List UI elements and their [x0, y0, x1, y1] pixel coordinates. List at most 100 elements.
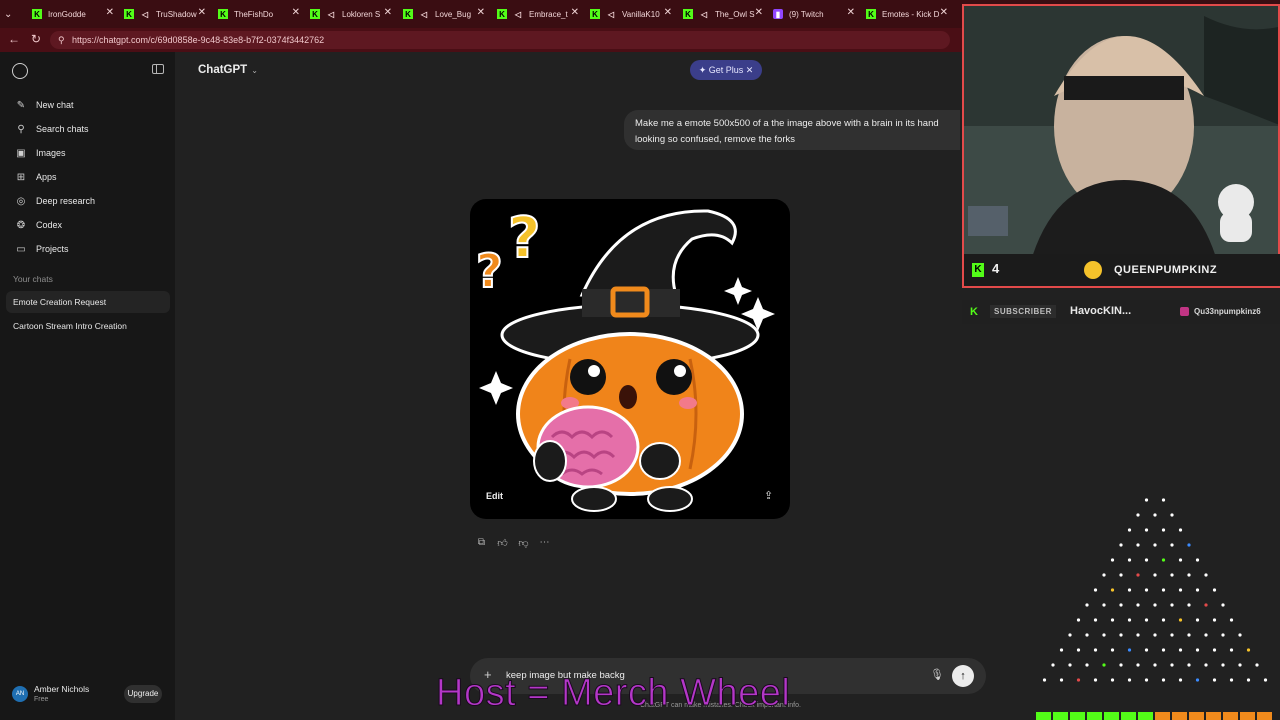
- share-icon[interactable]: ⇪: [764, 489, 773, 502]
- sidebar-item-label: Search chats: [36, 124, 89, 134]
- subscriber-alert: K SUBSCRIBER HavocKIN... Qu33npumpkinz6: [962, 300, 1280, 324]
- tab-label: (9) Twitch: [789, 9, 824, 19]
- kick-icon: K: [32, 9, 42, 19]
- sidebar-item-label: New chat: [36, 100, 74, 110]
- microphone-icon[interactable]: 🎙︎: [930, 668, 944, 681]
- sidebar-item-codex[interactable]: ❂ Codex: [8, 214, 168, 236]
- your-chats-heading: Your chats: [13, 274, 53, 284]
- tab-label: TruShadow: [156, 9, 197, 19]
- social-handle: Qu33npumpkinz6: [1194, 307, 1261, 316]
- model-selector[interactable]: ChatGPT ⌄: [198, 64, 258, 76]
- streamer-name: QUEENPUMPKINZ: [1114, 264, 1218, 276]
- copy-icon[interactable]: ⧉: [471, 537, 492, 551]
- stream-nameplate: K 4 QUEENPUMPKINZ: [964, 254, 1280, 286]
- reload-icon[interactable]: ↻: [31, 32, 41, 46]
- tab-label: Embrace_t: [529, 9, 568, 19]
- thumbs-up-icon[interactable]: 👍︎: [492, 537, 513, 551]
- speaker-icon: ◁: [514, 9, 522, 19]
- search-icon: ⚲: [17, 123, 25, 135]
- more-options-icon[interactable]: ⋯: [534, 537, 555, 551]
- send-button[interactable]: ↑: [952, 665, 974, 687]
- close-tab-icon[interactable]: ✕: [847, 7, 855, 18]
- chatgpt-logo-icon[interactable]: [12, 63, 28, 79]
- sidebar-toggle-icon[interactable]: [152, 64, 164, 74]
- avatar: AN: [12, 686, 28, 702]
- close-tab-icon[interactable]: ✕: [664, 7, 672, 18]
- sidebar-item-search-chats[interactable]: ⚲ Search chats: [8, 118, 168, 140]
- get-plus-button[interactable]: ✦ Get Plus ✕: [690, 60, 762, 80]
- close-tab-icon[interactable]: ✕: [571, 7, 579, 18]
- kick-icon: K: [683, 9, 693, 19]
- svg-text:?: ?: [508, 206, 540, 271]
- url-text: https://chatgpt.com/c/69d0858e-9c48-83e8…: [72, 35, 325, 45]
- user-name: Amber Nichols: [34, 684, 90, 694]
- twitch-icon: ▮: [773, 9, 783, 19]
- pumpkin-icon: [1084, 261, 1102, 279]
- instagram-icon: [1180, 307, 1189, 316]
- kick-icon: K: [310, 9, 320, 19]
- close-tab-icon[interactable]: ✕: [755, 7, 763, 18]
- upgrade-button[interactable]: Upgrade: [124, 685, 162, 703]
- kick-icon: K: [866, 9, 876, 19]
- kick-icon: K: [497, 9, 507, 19]
- sidebar-item-apps[interactable]: ⊞ Apps: [8, 166, 168, 188]
- close-tab-icon[interactable]: ✕: [292, 7, 300, 18]
- tab-label: TheFishDo: [234, 9, 274, 19]
- sidebar-item-new-chat[interactable]: ✎ New chat: [8, 94, 168, 116]
- generated-image[interactable]: ? ? Edit ⇪: [470, 199, 790, 519]
- sidebar-item-images[interactable]: ▣ Images: [8, 142, 168, 164]
- browser-tab[interactable]: K ◁ Love_Bug ✕: [403, 4, 485, 24]
- browser-tab[interactable]: K TheFishDo ✕: [218, 4, 300, 24]
- browser-tab[interactable]: K ◁ TruShadow ✕: [124, 4, 206, 24]
- user-profile[interactable]: AN Amber Nichols Free Upgrade: [12, 682, 172, 708]
- site-info-icon[interactable]: ⚲: [58, 31, 65, 49]
- sidebar-item-deep-research[interactable]: ◎ Deep research: [8, 190, 168, 212]
- sidebar-item-projects[interactable]: ▭ Projects: [8, 238, 168, 260]
- apps-icon: ⊞: [16, 171, 26, 183]
- browser-tab[interactable]: K ◁ VanillaK10 ✕: [590, 4, 672, 24]
- close-tab-icon[interactable]: ✕: [106, 7, 114, 18]
- url-field[interactable]: ⚲ https://chatgpt.com/c/69d0858e-9c48-83e…: [50, 31, 950, 49]
- close-icon[interactable]: ✕: [743, 65, 754, 75]
- browser-tab[interactable]: ▮ (9) Twitch ✕: [773, 4, 855, 24]
- codex-icon: ❂: [16, 219, 26, 231]
- browser-tab[interactable]: K Emotes - Kick D ✕: [866, 4, 948, 24]
- browser-tab[interactable]: K ◁ Embrace_t ✕: [497, 4, 579, 24]
- browser-tab[interactable]: K ◁ Lokloren S ✕: [310, 4, 392, 24]
- close-tab-icon[interactable]: ✕: [940, 7, 948, 18]
- tab-label: Love_Bug: [435, 9, 472, 19]
- sidebar-item-label: Images: [36, 148, 66, 158]
- images-icon: ▣: [16, 147, 26, 159]
- speaker-icon: ◁: [420, 9, 428, 19]
- close-tab-icon[interactable]: ✕: [198, 7, 206, 18]
- plinko-board: [1036, 498, 1272, 720]
- tab-label: VanillaK10: [622, 9, 660, 19]
- speaker-icon: ◁: [700, 9, 708, 19]
- back-arrow-icon[interactable]: ←: [8, 32, 20, 46]
- pumpkin-witch-emote: ? ?: [475, 205, 775, 512]
- close-tab-icon[interactable]: ✕: [384, 7, 392, 18]
- chat-item-emote-creation[interactable]: Emote Creation Request: [6, 291, 170, 313]
- browser-tab[interactable]: K IronGodde ✕: [32, 4, 114, 24]
- sidebar-item-label: Codex: [36, 220, 63, 230]
- close-tab-icon[interactable]: ✕: [477, 7, 485, 18]
- edit-image-button[interactable]: Edit: [486, 491, 503, 501]
- sidebar: ✎ New chat ⚲ Search chats ▣ Images ⊞ Apps ◎ D…: [0, 52, 175, 720]
- speaker-icon: ◁: [327, 9, 335, 19]
- get-plus-label: Get Plus: [708, 65, 744, 75]
- subscriber-label: SUBSCRIBER: [990, 305, 1056, 318]
- tab-label: IronGodde: [48, 9, 86, 19]
- thumbs-down-icon[interactable]: 👎︎: [513, 537, 534, 551]
- new-chat-icon: ✎: [16, 99, 26, 111]
- tab-label: The_Owl S: [715, 9, 755, 19]
- user-plan: Free: [34, 696, 49, 703]
- webcam-feed: [962, 4, 1280, 288]
- kick-icon: K: [218, 9, 228, 19]
- kick-icon: K: [124, 9, 134, 19]
- model-name: ChatGPT: [198, 64, 248, 76]
- sidebar-item-label: Apps: [36, 172, 57, 182]
- tab-label: Emotes - Kick D: [882, 9, 940, 19]
- tab-list-chevron-icon[interactable]: ⌄: [4, 4, 12, 24]
- chat-item-cartoon-intro[interactable]: Cartoon Stream Intro Creation: [6, 315, 170, 337]
- browser-tab[interactable]: K ◁ The_Owl S ✕: [683, 4, 763, 24]
